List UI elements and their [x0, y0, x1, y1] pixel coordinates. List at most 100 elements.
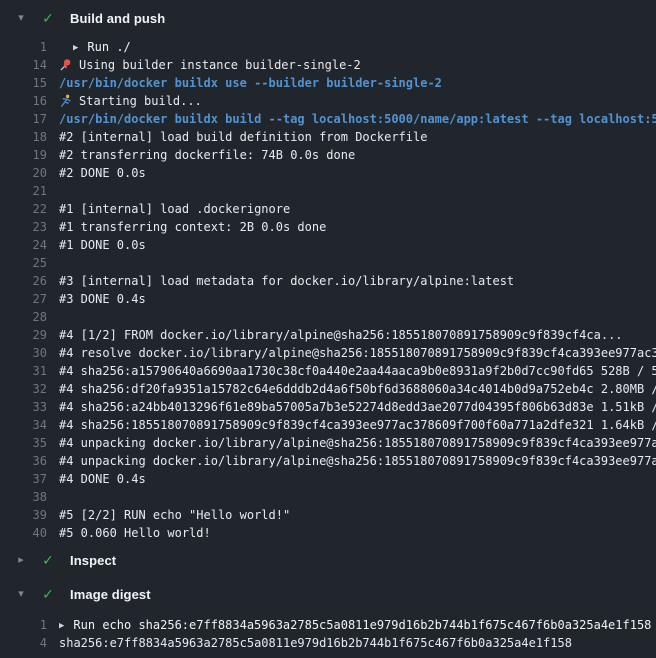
- line-number-link[interactable]: 25: [0, 254, 47, 272]
- log-line: 15/usr/bin/docker buildx use --builder b…: [0, 74, 656, 92]
- log-text: Using builder instance builder-single-2: [59, 56, 656, 74]
- log-text: #2 transferring dockerfile: 74B 0.0s don…: [59, 146, 656, 164]
- runner-icon: [59, 94, 72, 107]
- log-line: 4 sha256:e7ff8834a5963a2785c5a0811e979d16…: [0, 634, 656, 652]
- success-check-icon: ✓: [38, 587, 58, 601]
- log-line: 19 #2 transferring dockerfile: 74B 0.0s d…: [0, 146, 656, 164]
- line-number-link[interactable]: 28: [0, 308, 47, 326]
- line-number-link[interactable]: 19: [0, 146, 47, 164]
- log-text: ▶Run echo sha256:e7ff8834a5963a2785c5a08…: [59, 616, 656, 634]
- group-header-build-and-push[interactable]: ▾ ✓ Build and push: [0, 6, 656, 30]
- log-line: 40 #5 0.060 Hello world!: [0, 524, 656, 542]
- log-line: 31 #4 sha256:a15790640a6690aa1730c38cf0a4…: [0, 362, 656, 380]
- log-text: [59, 182, 656, 200]
- log-line: 38: [0, 488, 656, 506]
- log-line: 37 #4 DONE 0.4s: [0, 470, 656, 488]
- log-text: #1 DONE 0.0s: [59, 236, 656, 254]
- log-text: /usr/bin/docker buildx build --tag local…: [59, 110, 656, 128]
- log-line: 27#3 DONE 0.4s: [0, 290, 656, 308]
- line-number-link[interactable]: 27: [0, 290, 47, 308]
- chevron-down-icon[interactable]: ▾: [10, 13, 32, 24]
- line-number-link[interactable]: 37: [0, 470, 47, 488]
- line-number-link[interactable]: 18: [0, 128, 47, 146]
- line-number-link[interactable]: 34: [0, 416, 47, 434]
- group-title: Build and push: [70, 11, 165, 26]
- group-header-inspect[interactable]: ▸ ✓ Inspect: [0, 548, 656, 572]
- log-text: /usr/bin/docker buildx use --builder bui…: [59, 74, 656, 92]
- log-text: #4 sha256:a24bb4013296f61e89ba57005a7b3e…: [59, 398, 656, 416]
- log-line: 14 Using builder instance builder-single-…: [0, 56, 656, 74]
- line-number-link[interactable]: 22: [0, 200, 47, 218]
- log-line: 22 #1 [internal] load .dockerignore: [0, 200, 656, 218]
- log-text: #4 unpacking docker.io/library/alpine@sh…: [59, 452, 656, 470]
- log-text: #2 [internal] load build definition from…: [59, 128, 656, 146]
- line-number-link[interactable]: 15: [0, 74, 47, 92]
- log-text: [59, 488, 656, 506]
- line-number-link[interactable]: 33: [0, 398, 47, 416]
- line-number-link[interactable]: 38: [0, 488, 47, 506]
- chevron-down-icon[interactable]: ▾: [10, 589, 32, 600]
- log-text: #4 unpacking docker.io/library/alpine@sh…: [59, 434, 656, 452]
- log-line: 1 ▶Run ./: [0, 38, 656, 56]
- log-line: 35 #4 unpacking docker.io/library/alpine@…: [0, 434, 656, 452]
- log-text: #4 DONE 0.4s: [59, 470, 656, 488]
- log-text: ▶Run ./: [59, 38, 656, 56]
- line-number-link[interactable]: 35: [0, 434, 47, 452]
- log-line: 17/usr/bin/docker buildx build --tag loc…: [0, 110, 656, 128]
- log-line: 20 #2 DONE 0.0s: [0, 164, 656, 182]
- log-line: 33 #4 sha256:a24bb4013296f61e89ba57005a7b…: [0, 398, 656, 416]
- line-number-link[interactable]: 24: [0, 236, 47, 254]
- line-number-link[interactable]: 4: [0, 634, 47, 652]
- line-number-link[interactable]: 14: [0, 56, 47, 74]
- group-header-image-digest[interactable]: ▾ ✓ Image digest: [0, 582, 656, 606]
- log-text: #4 sha256:a15790640a6690aa1730c38cf0a440…: [59, 362, 656, 380]
- pushpin-icon: [59, 58, 72, 71]
- line-number-link[interactable]: 17: [0, 110, 47, 128]
- line-number-link[interactable]: 32: [0, 380, 47, 398]
- line-number-link[interactable]: 1: [0, 616, 47, 634]
- log-text: #1 [internal] load .dockerignore: [59, 200, 656, 218]
- log-lines: 1 ▶Run ./ 14 Using builder instance builder…: [0, 38, 656, 542]
- log-line: 24 #1 DONE 0.0s: [0, 236, 656, 254]
- log-group-build-and-push: ▾ ✓ Build and push 1 ▶Run ./ 14 Using build…: [0, 6, 656, 542]
- line-number-link[interactable]: 36: [0, 452, 47, 470]
- log-line: 25: [0, 254, 656, 272]
- success-check-icon: ✓: [38, 11, 58, 25]
- log-text: #3 [internal] load metadata for docker.i…: [59, 272, 656, 290]
- log-text: [59, 308, 656, 326]
- log-text: #5 0.060 Hello world!: [59, 524, 656, 542]
- line-number-link[interactable]: 39: [0, 506, 47, 524]
- log-line: 36 #4 unpacking docker.io/library/alpine@…: [0, 452, 656, 470]
- log-line: 32 #4 sha256:df20fa9351a15782c64e6dddb2d4…: [0, 380, 656, 398]
- log-line: 21: [0, 182, 656, 200]
- log-text: [59, 254, 656, 272]
- expand-run-icon[interactable]: ▶: [73, 39, 78, 56]
- log-group-image-digest: ▾ ✓ Image digest 1 ▶Run echo sha256:e7ff8…: [0, 582, 656, 652]
- log-lines: 1 ▶Run echo sha256:e7ff8834a5963a2785c5a0…: [0, 616, 656, 652]
- line-number-link[interactable]: 16: [0, 92, 47, 110]
- log-line: 29 #4 [1/2] FROM docker.io/library/alpine…: [0, 326, 656, 344]
- log-text: #4 sha256:df20fa9351a15782c64e6dddb2d4a6…: [59, 380, 656, 398]
- line-number-link[interactable]: 21: [0, 182, 47, 200]
- log-text: sha256:e7ff8834a5963a2785c5a0811e979d16b…: [59, 634, 656, 652]
- line-number-link[interactable]: 40: [0, 524, 47, 542]
- expand-run-icon[interactable]: ▶: [59, 617, 64, 634]
- line-number-link[interactable]: 26: [0, 272, 47, 290]
- log-text: #1 transferring context: 2B 0.0s done: [59, 218, 656, 236]
- line-number-link[interactable]: 23: [0, 218, 47, 236]
- line-number-link[interactable]: 30: [0, 344, 47, 362]
- log-text: #5 [2/2] RUN echo "Hello world!": [59, 506, 656, 524]
- log-line: 39 #5 [2/2] RUN echo "Hello world!": [0, 506, 656, 524]
- log-line: 34#4 sha256:185518070891758909c9f839cf4c…: [0, 416, 656, 434]
- log-line: 28: [0, 308, 656, 326]
- log-text: Starting build...: [59, 92, 656, 110]
- log-text: #2 DONE 0.0s: [59, 164, 656, 182]
- log-text: #4 [1/2] FROM docker.io/library/alpine@s…: [59, 326, 656, 344]
- chevron-right-icon[interactable]: ▸: [10, 555, 32, 566]
- log-text: #4 resolve docker.io/library/alpine@sha2…: [59, 344, 656, 362]
- log-line: 1 ▶Run echo sha256:e7ff8834a5963a2785c5a0…: [0, 616, 656, 634]
- line-number-link[interactable]: 1: [0, 38, 47, 56]
- line-number-link[interactable]: 29: [0, 326, 47, 344]
- line-number-link[interactable]: 31: [0, 362, 47, 380]
- line-number-link[interactable]: 20: [0, 164, 47, 182]
